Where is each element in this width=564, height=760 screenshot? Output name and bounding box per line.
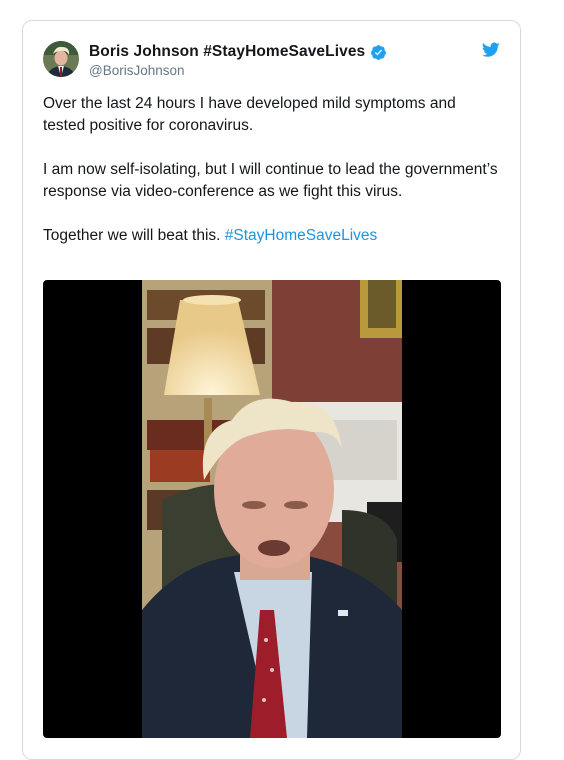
tweet-paragraph-3: Together we will beat this. #StayHomeSav… bbox=[43, 225, 498, 247]
twitter-bird-icon[interactable] bbox=[482, 42, 500, 58]
tweet-paragraph-3-text: Together we will beat this. bbox=[43, 227, 225, 244]
video-player[interactable] bbox=[43, 280, 501, 738]
hashtag-link[interactable]: #StayHomeSaveLives bbox=[225, 227, 378, 244]
verified-badge-icon bbox=[370, 44, 387, 61]
tweet-paragraph-2: I am now self-isolating, but I will cont… bbox=[43, 161, 498, 200]
tweet-card[interactable]: Boris Johnson #StayHomeSaveLives @BorisJ… bbox=[22, 20, 521, 760]
video-frame bbox=[142, 280, 402, 738]
author-name[interactable]: Boris Johnson #StayHomeSaveLives bbox=[89, 43, 365, 61]
avatar[interactable] bbox=[43, 41, 79, 77]
author-handle[interactable]: @BorisJohnson bbox=[89, 63, 387, 78]
tweet-paragraph-1: Over the last 24 hours I have developed … bbox=[43, 95, 456, 134]
tweet-text: Over the last 24 hours I have developed … bbox=[43, 93, 498, 269]
